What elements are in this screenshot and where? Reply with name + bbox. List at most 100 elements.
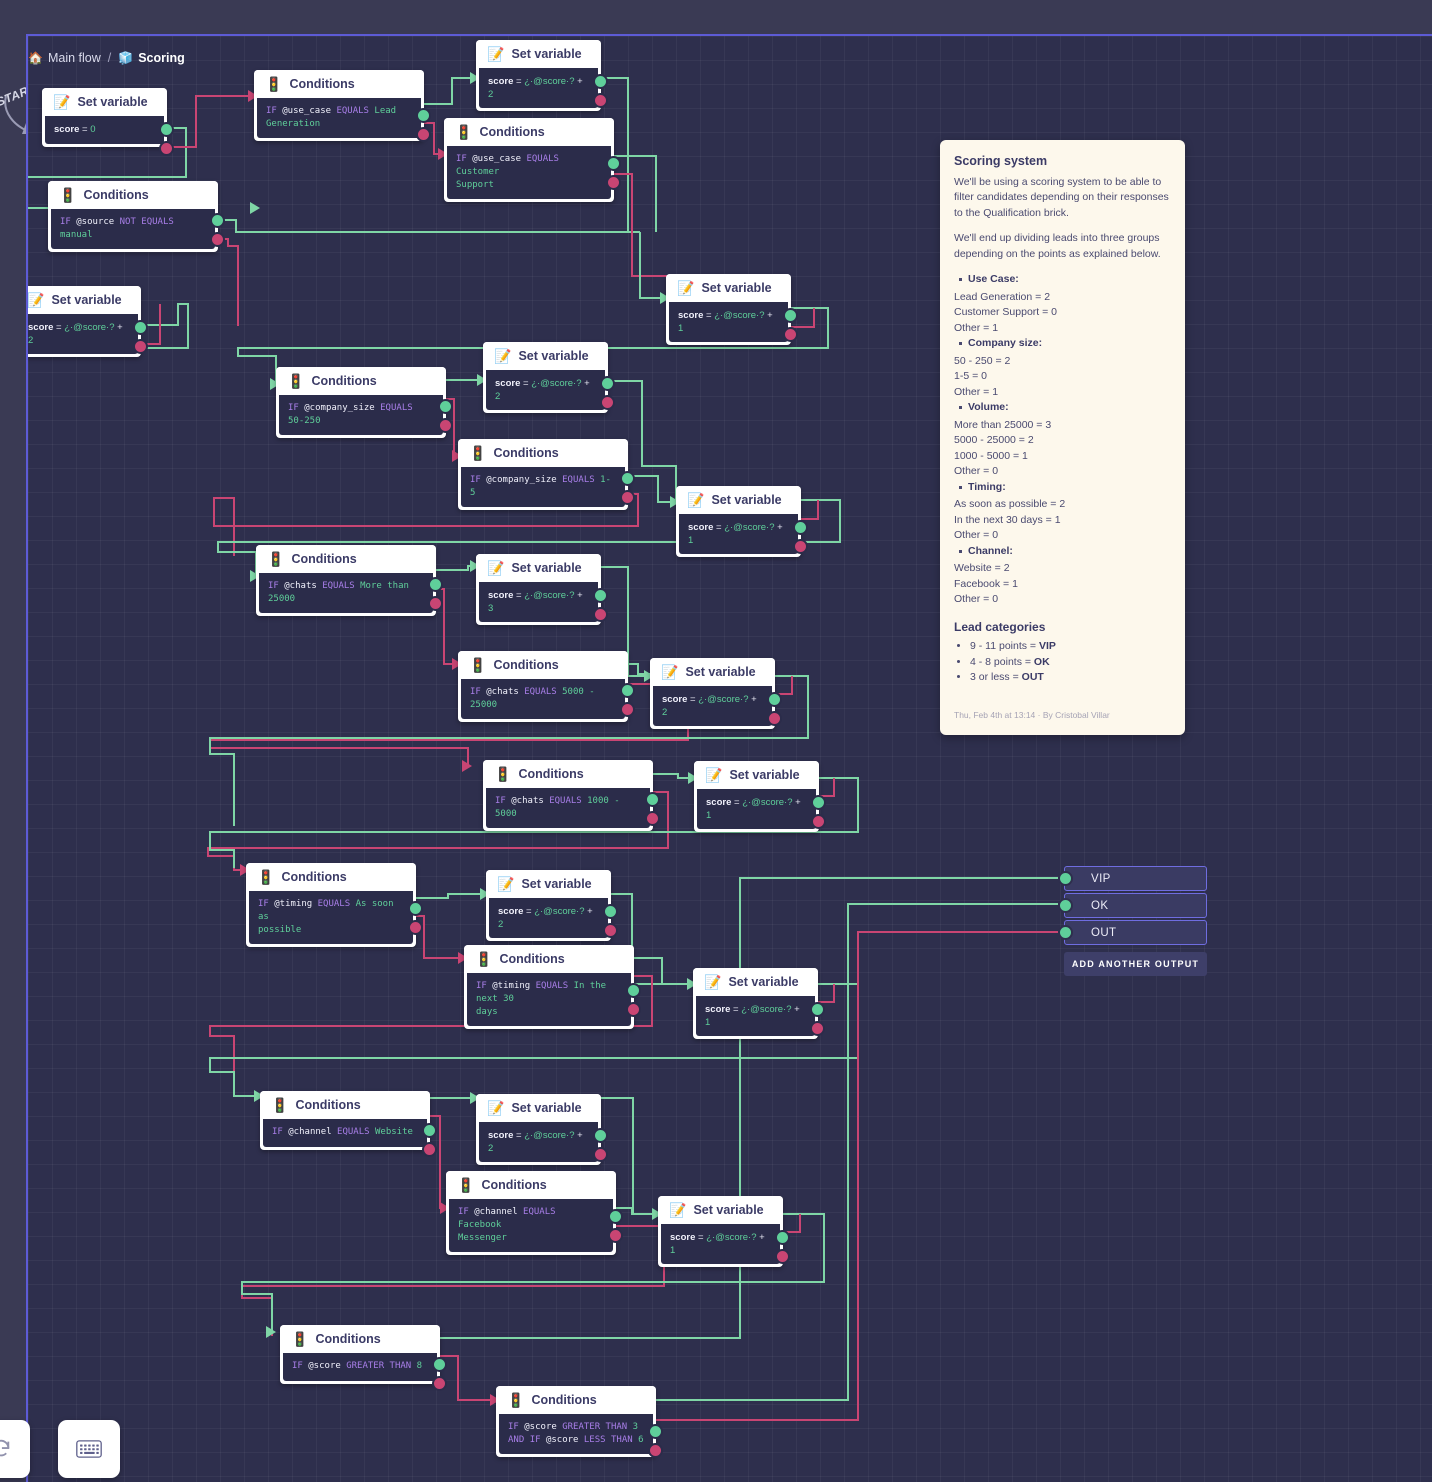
set-variable-node[interactable]: 📝 Set variable score = ¿·@score·? + 3 xyxy=(476,554,608,625)
node-output-port-false[interactable] xyxy=(811,814,826,829)
output-out[interactable]: OUT xyxy=(1064,920,1207,945)
node-output-port-false[interactable] xyxy=(606,175,621,190)
node-output-port-true[interactable] xyxy=(608,1209,623,1224)
node-output-port-false[interactable] xyxy=(620,702,635,717)
set-variable-node[interactable]: 📝 Set variable score = ¿·@score·? + 2 xyxy=(486,870,618,941)
node-output-port-false[interactable] xyxy=(593,607,608,622)
node-output-port-false[interactable] xyxy=(810,1021,825,1036)
node-output-port-true[interactable] xyxy=(600,376,615,391)
set-variable-node[interactable]: 📝 Set variable score = ¿·@score·? + 1 xyxy=(676,486,808,557)
flow-canvas[interactable]: 🏠 Main flow / 🧊 Scoring 📝 Set variable s… xyxy=(26,34,1432,1482)
set-variable-node[interactable]: 📝 Set variable score = ¿·@score·? + 2 xyxy=(650,658,782,729)
conditions-node[interactable]: 🚦 Conditions IF @chats EQUALS 1000 - 5000 xyxy=(483,760,660,831)
node-output-port-true[interactable] xyxy=(793,520,808,535)
node-output-port-false[interactable] xyxy=(645,811,660,826)
node-output-port-false[interactable] xyxy=(432,1376,447,1391)
node-output-port-true[interactable] xyxy=(626,983,641,998)
add-another-output-button[interactable]: ADD ANOTHER OUTPUT xyxy=(1064,952,1207,976)
node-output-port-true[interactable] xyxy=(645,792,660,807)
node-output-port-false[interactable] xyxy=(767,711,782,726)
set-variable-node[interactable]: 📝 Set variable score = ¿·@score·? + 1 xyxy=(666,274,798,345)
node-output-port-false[interactable] xyxy=(593,93,608,108)
info-panel[interactable]: Scoring system We'll be using a scoring … xyxy=(940,140,1185,735)
undo-button[interactable] xyxy=(0,1420,30,1478)
node-body: IF @timing EQUALS In the next 30 days xyxy=(467,973,631,1026)
node-output-port-true[interactable] xyxy=(416,108,431,123)
output-port-ok[interactable] xyxy=(1058,898,1073,913)
node-output-port-false[interactable] xyxy=(603,923,618,938)
set-variable-node[interactable]: 📝 Set variable score = 0 xyxy=(42,88,174,156)
node-header: 📝 Set variable xyxy=(483,342,608,370)
node-output-port-true[interactable] xyxy=(593,588,608,603)
conditions-node[interactable]: 🚦 Conditions IF @score GREATER THAN 8 xyxy=(280,1325,447,1391)
node-output-port-true[interactable] xyxy=(620,471,635,486)
node-output-port-true[interactable] xyxy=(428,577,443,592)
node-output-port-false[interactable] xyxy=(133,339,148,354)
node-output-port-false[interactable] xyxy=(210,232,225,247)
node-output-port-true[interactable] xyxy=(408,901,423,916)
conditions-node[interactable]: 🚦 Conditions IF @timing EQUALS As soon as p… xyxy=(246,863,423,947)
node-output-port-true[interactable] xyxy=(767,692,782,707)
set-variable-node[interactable]: 📝 Set variable score = ¿·@score·? + 2 xyxy=(483,342,615,413)
node-output-port-false[interactable] xyxy=(408,920,423,935)
node-output-port-false[interactable] xyxy=(159,141,174,156)
node-output-port-false[interactable] xyxy=(416,127,431,142)
node-title: Conditions xyxy=(83,188,149,202)
node-output-port-false[interactable] xyxy=(428,596,443,611)
node-output-port-false[interactable] xyxy=(608,1228,623,1243)
node-output-port-true[interactable] xyxy=(783,308,798,323)
conditions-node[interactable]: 🚦 Conditions IF @channel EQUALS Website xyxy=(260,1091,437,1157)
node-output-port-true[interactable] xyxy=(648,1424,663,1439)
set-variable-node[interactable]: 📝 Set variable score = ¿·@score·? + 2 xyxy=(476,40,608,111)
node-output-port-true[interactable] xyxy=(606,156,621,171)
conditions-node[interactable]: 🚦 Conditions IF @use_case EQUALS Customer S… xyxy=(444,118,621,202)
node-output-port-true[interactable] xyxy=(603,904,618,919)
node-output-port-true[interactable] xyxy=(593,1128,608,1143)
node-output-port-false[interactable] xyxy=(620,490,635,505)
conditions-node[interactable]: 🚦 Conditions IF @use_case EQUALS Lead Gener… xyxy=(254,70,431,142)
output-port-out[interactable] xyxy=(1058,925,1073,940)
node-output-port-false[interactable] xyxy=(626,1002,641,1017)
conditions-node[interactable]: 🚦 Conditions IF @source NOT EQUALS manual xyxy=(48,181,225,252)
node-body: score = 0 xyxy=(45,116,164,144)
node-output-port-true[interactable] xyxy=(422,1123,437,1138)
set-variable-node[interactable]: 📝 Set variable score = ¿·@score·? + 1 xyxy=(658,1196,790,1267)
set-variable-node[interactable]: 📝 Set variable score = ¿·@score·? + 1 xyxy=(693,968,825,1039)
node-output-port-false[interactable] xyxy=(775,1249,790,1264)
conditions-node[interactable]: 🚦 Conditions IF @chats EQUALS More than 25… xyxy=(256,545,443,616)
conditions-node[interactable]: 🚦 Conditions IF @company_size EQUALS 50-25… xyxy=(276,367,453,438)
conditions-node[interactable]: 🚦 Conditions IF @chats EQUALS 5000 - 25000 xyxy=(458,651,635,722)
conditions-node[interactable]: 🚦 Conditions IF @timing EQUALS In the next… xyxy=(464,945,641,1029)
node-output-port-true[interactable] xyxy=(775,1230,790,1245)
set-variable-node[interactable]: 📝 Set variable score = ¿·@score·? + 2 xyxy=(476,1094,608,1165)
node-body: score = ¿·@score·? + 2 xyxy=(489,898,608,938)
node-output-port-false[interactable] xyxy=(422,1142,437,1157)
node-body: IF @chats EQUALS 5000 - 25000 xyxy=(461,679,625,719)
node-output-port-false[interactable] xyxy=(793,539,808,554)
node-output-port-false[interactable] xyxy=(600,395,615,410)
node-output-port-false[interactable] xyxy=(783,327,798,342)
output-vip[interactable]: VIP xyxy=(1064,866,1207,891)
node-output-port-true[interactable] xyxy=(811,795,826,810)
node-output-port-true[interactable] xyxy=(620,683,635,698)
node-output-port-true[interactable] xyxy=(159,122,174,137)
node-output-port-true[interactable] xyxy=(593,74,608,89)
node-output-port-true[interactable] xyxy=(432,1357,447,1372)
output-port-vip[interactable] xyxy=(1058,871,1073,886)
node-output-port-false[interactable] xyxy=(593,1147,608,1162)
node-output-port-true[interactable] xyxy=(438,399,453,414)
node-output-port-false[interactable] xyxy=(438,418,453,433)
keyboard-shortcuts-button[interactable] xyxy=(58,1420,120,1478)
node-output-port-true[interactable] xyxy=(210,213,225,228)
conditions-node[interactable]: 🚦 Conditions IF @channel EQUALS Facebook Me… xyxy=(446,1171,623,1255)
set-variable-node[interactable]: 📝 Set variable score = ¿·@score·? + 2 xyxy=(28,286,148,357)
node-header: 📝 Set variable xyxy=(42,88,167,116)
conditions-node[interactable]: 🚦 Conditions IF @company_size EQUALS 1-5 xyxy=(458,439,635,510)
set-variable-node[interactable]: 📝 Set variable score = ¿·@score·? + 1 xyxy=(694,761,826,832)
output-ok[interactable]: OK xyxy=(1064,893,1207,918)
node-output-port-true[interactable] xyxy=(133,320,148,335)
conditions-node[interactable]: 🚦 Conditions IF @score GREATER THAN 3 AND I… xyxy=(496,1386,663,1458)
node-output-port-true[interactable] xyxy=(810,1002,825,1017)
node-output-port-false[interactable] xyxy=(648,1443,663,1458)
node-header: 📝 Set variable xyxy=(676,486,801,514)
